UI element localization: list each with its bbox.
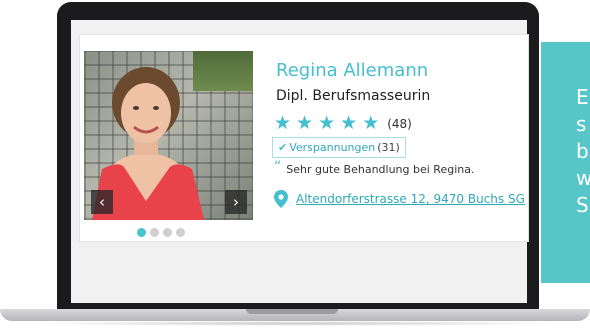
- star-icon: ★: [274, 112, 292, 134]
- carousel-dot[interactable]: [150, 228, 159, 237]
- review-quote-text: Sehr gute Behandlung bei Regina.: [286, 163, 475, 176]
- laptop-notch: [246, 309, 338, 314]
- carousel-dot[interactable]: [137, 228, 146, 237]
- therapist-title: Dipl. Berufsmasseurin: [276, 88, 431, 104]
- side-panel-line: b: [576, 139, 589, 163]
- specialty-tag-count: (31): [377, 141, 400, 154]
- side-panel-text: E s b w S: [576, 84, 590, 219]
- laptop-shadow: [20, 321, 570, 326]
- rating-stars: ★ ★ ★ ★ ★ (48): [274, 114, 412, 133]
- carousel-dots: [137, 228, 185, 237]
- carousel-prev-button[interactable]: ‹: [91, 190, 113, 214]
- specialty-tag-label: Verspannungen: [289, 141, 376, 154]
- star-icon: ★: [296, 112, 314, 134]
- review-quote: “ Sehr gute Behandlung bei Regina.: [274, 160, 474, 176]
- side-panel: E s b w S: [541, 42, 590, 283]
- star-icon: ★: [318, 112, 336, 134]
- star-icon: ★: [340, 112, 358, 134]
- carousel-dot[interactable]: [163, 228, 172, 237]
- quote-icon: “: [274, 159, 282, 175]
- check-icon: ✔: [278, 141, 288, 154]
- carousel-dot[interactable]: [176, 228, 185, 237]
- side-panel-line: w: [576, 166, 590, 190]
- chevron-right-icon: ›: [233, 193, 239, 211]
- address-link[interactable]: Altendorferstrasse 12, 9470 Buchs SG: [296, 192, 525, 206]
- location-pin-icon: [274, 190, 288, 208]
- star-icon: ★: [362, 112, 380, 134]
- therapist-name[interactable]: Regina Allemann: [276, 60, 428, 81]
- side-panel-line: E: [576, 85, 589, 109]
- carousel-next-button[interactable]: ›: [225, 190, 247, 214]
- chevron-left-icon: ‹: [99, 193, 105, 211]
- side-panel-line: S: [576, 193, 589, 217]
- specialty-tag[interactable]: ✔ Verspannungen (31): [272, 137, 406, 158]
- address-row: Altendorferstrasse 12, 9470 Buchs SG: [274, 190, 525, 208]
- rating-count: (48): [387, 116, 412, 131]
- side-panel-line: s: [576, 112, 587, 136]
